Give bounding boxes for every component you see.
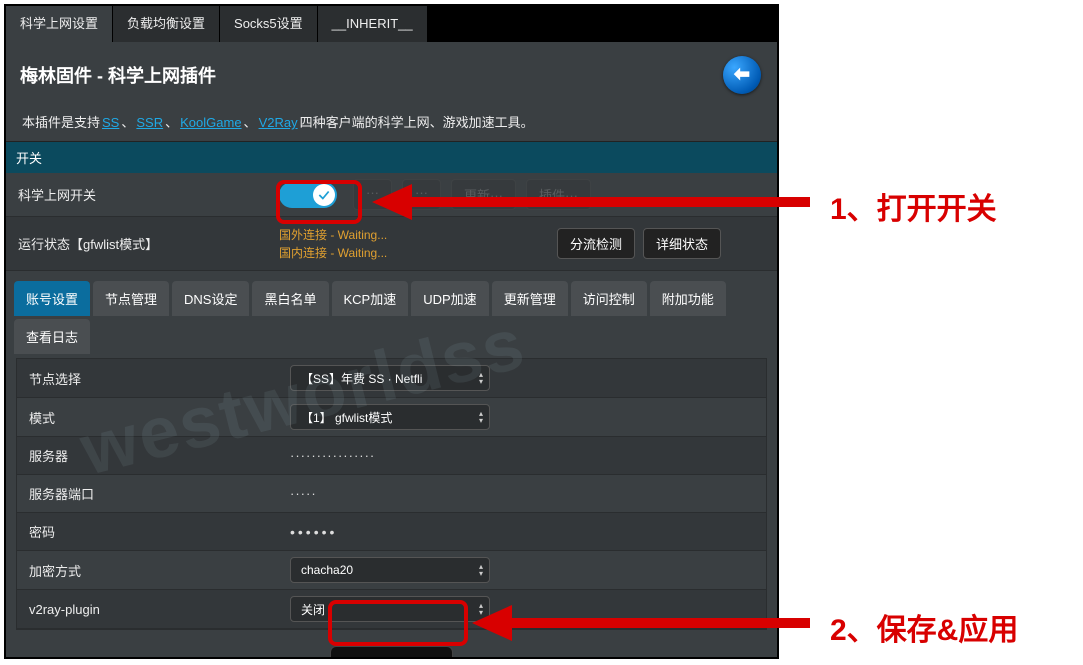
subtab-account[interactable]: 账号设置 bbox=[14, 281, 90, 316]
top-tab-inherit[interactable]: __INHERIT__ bbox=[318, 6, 428, 42]
link-koolgame[interactable]: KoolGame bbox=[180, 115, 241, 130]
sub-tabs: 账号设置 节点管理 DNS设定 黑白名单 KCP加速 UDP加速 更新管理 访问… bbox=[6, 271, 777, 358]
switch-row: 科学上网开关 ··· ··· 更新··· 插件··· bbox=[6, 173, 777, 217]
subtab-kcp[interactable]: KCP加速 bbox=[332, 281, 409, 316]
password-value: •••••• bbox=[290, 524, 337, 540]
hidden-btn-4[interactable]: 插件··· bbox=[526, 179, 591, 210]
subtab-bwlist[interactable]: 黑白名单 bbox=[252, 281, 328, 316]
section-switch-header: 开关 bbox=[6, 141, 777, 173]
top-tab-science[interactable]: 科学上网设置 bbox=[6, 6, 113, 42]
hidden-btn-2[interactable]: ··· bbox=[402, 179, 441, 210]
server-value: ················ bbox=[290, 448, 375, 463]
subtab-update[interactable]: 更新管理 bbox=[492, 281, 568, 316]
top-tab-socks5[interactable]: Socks5设置 bbox=[220, 6, 318, 42]
link-v2ray[interactable]: V2Ray bbox=[259, 115, 298, 130]
title-bar: 梅林固件 - 科学上网插件 bbox=[6, 42, 777, 112]
proxy-switch-toggle[interactable] bbox=[279, 182, 337, 208]
v2ray-label: v2ray-plugin bbox=[17, 594, 282, 625]
status-foreign: 国外连接 - Waiting... bbox=[279, 226, 387, 244]
status-lines: 国外连接 - Waiting... 国内连接 - Waiting... bbox=[279, 226, 387, 262]
check-icon bbox=[317, 188, 331, 202]
save-apply-button[interactable]: 保存&应用 bbox=[330, 646, 453, 659]
switch-hidden-buttons: ··· ··· 更新··· 插件··· bbox=[353, 179, 591, 210]
status-row: 运行状态【gfwlist模式】 国外连接 - Waiting... 国内连接 -… bbox=[6, 217, 777, 271]
save-row: 保存&应用 bbox=[6, 630, 777, 659]
node-select[interactable]: 【SS】年费 SS · Netfli bbox=[290, 365, 490, 391]
status-label: 运行状态【gfwlist模式】 bbox=[6, 226, 271, 261]
top-tabs: 科学上网设置 负载均衡设置 Socks5设置 __INHERIT__ bbox=[6, 6, 777, 42]
subtab-dns[interactable]: DNS设定 bbox=[172, 281, 249, 316]
annotation-label-2: 2、保存&应用 bbox=[830, 605, 1018, 649]
subtab-addon[interactable]: 附加功能 bbox=[650, 281, 726, 316]
link-ssr[interactable]: SSR bbox=[136, 115, 163, 130]
flow-detect-button[interactable]: 分流检测 bbox=[557, 228, 635, 259]
account-form: 节点选择 【SS】年费 SS · Netfli 模式 【1】 gfwlist模式… bbox=[16, 358, 767, 630]
hidden-btn-3[interactable]: 更新··· bbox=[451, 179, 516, 210]
link-ss[interactable]: SS bbox=[102, 115, 119, 130]
subtab-udp[interactable]: UDP加速 bbox=[411, 281, 488, 316]
annotation-label-1: 1、打开开关 bbox=[830, 184, 997, 228]
detailed-status-button[interactable]: 详细状态 bbox=[643, 228, 721, 259]
port-label: 服务器端口 bbox=[17, 476, 282, 511]
hidden-btn-1[interactable]: ··· bbox=[353, 179, 392, 210]
v2ray-select[interactable]: 关闭 bbox=[290, 596, 490, 622]
password-label: 密码 bbox=[17, 514, 282, 549]
back-arrow-icon bbox=[731, 64, 753, 86]
subtab-node[interactable]: 节点管理 bbox=[93, 281, 169, 316]
switch-label: 科学上网开关 bbox=[6, 177, 271, 212]
encrypt-select[interactable]: chacha20 bbox=[290, 557, 490, 583]
mode-select[interactable]: 【1】 gfwlist模式 bbox=[290, 404, 490, 430]
page-title: 梅林固件 - 科学上网插件 bbox=[20, 62, 216, 88]
encrypt-label: 加密方式 bbox=[17, 553, 282, 588]
subtab-log[interactable]: 查看日志 bbox=[14, 319, 90, 354]
status-domestic: 国内连接 - Waiting... bbox=[279, 244, 387, 262]
port-value: ····· bbox=[290, 486, 317, 501]
settings-panel: 科学上网设置 负载均衡设置 Socks5设置 __INHERIT__ 梅林固件 … bbox=[4, 4, 779, 659]
top-tab-loadbalance[interactable]: 负载均衡设置 bbox=[113, 6, 220, 42]
mode-label: 模式 bbox=[17, 400, 282, 435]
node-select-label: 节点选择 bbox=[17, 361, 282, 396]
back-button[interactable] bbox=[723, 56, 761, 94]
subtab-access[interactable]: 访问控制 bbox=[571, 281, 647, 316]
description: 本插件是支持SS、SSR、KoolGame、V2Ray四种客户端的科学上网、游戏… bbox=[6, 112, 777, 141]
server-label: 服务器 bbox=[17, 438, 282, 473]
